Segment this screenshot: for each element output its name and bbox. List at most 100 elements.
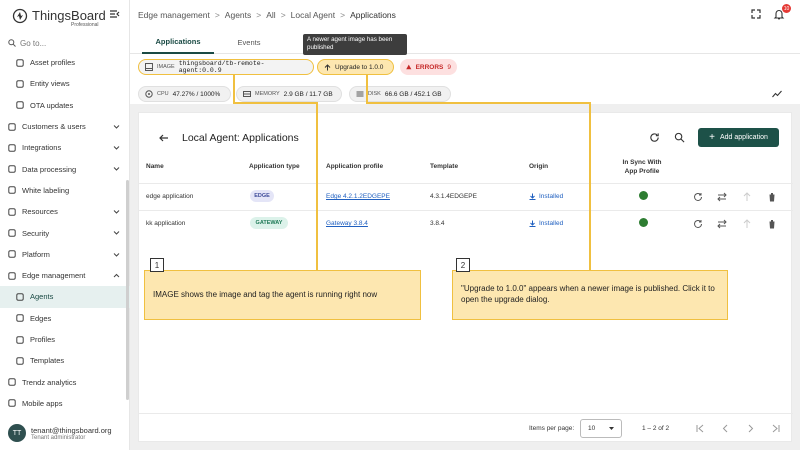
sync-icon[interactable] — [717, 192, 727, 202]
tab-applications[interactable]: Applications — [142, 30, 214, 54]
chevron-down-icon — [113, 146, 120, 150]
resources-icon — [8, 208, 16, 216]
sidebar-item-label: Edge management — [22, 271, 86, 281]
callout-1-number: 1 — [150, 258, 164, 272]
first-page-icon[interactable] — [696, 424, 705, 433]
sidebar-item-edge-management[interactable]: Edge management — [0, 265, 130, 286]
integrations-icon — [8, 144, 16, 152]
sidebar-item-profiles[interactable]: Profiles — [0, 329, 130, 350]
sidebar-item-data-processing[interactable]: Data processing — [0, 158, 130, 179]
restart-icon[interactable] — [693, 219, 703, 229]
sidebar-item-platform[interactable]: Platform — [0, 244, 130, 265]
sidebar-item-white-labeling[interactable]: White labeling — [0, 180, 130, 201]
image-label: IMAGE — [156, 64, 175, 70]
fullscreen-icon[interactable] — [750, 8, 762, 20]
delete-icon[interactable] — [767, 219, 777, 229]
table-row[interactable]: kk application GATEWAY Gateway 3.8.4 3.8… — [139, 210, 793, 237]
add-application-button[interactable]: + Add application — [698, 128, 779, 147]
column-header-application-type[interactable]: Application type — [249, 163, 300, 170]
last-page-icon[interactable] — [771, 424, 780, 433]
sidebar-scrollbar[interactable] — [126, 180, 129, 400]
column-header-origin[interactable]: Origin — [529, 163, 548, 170]
sidebar-item-label: Customers & users — [22, 122, 86, 132]
row-profile-link[interactable]: Edge 4.2.1.2EDGEPE — [326, 193, 390, 200]
sidebar-item-label: Profiles — [30, 335, 56, 344]
sidebar-item-ota-updates[interactable]: OTA updates — [0, 95, 130, 116]
logo[interactable]: ThingsBoard Professional — [12, 6, 122, 28]
search-icon — [8, 39, 16, 47]
type-badge-edge: EDGE — [250, 190, 274, 202]
sidebar-item-edges[interactable]: Edges — [0, 308, 130, 329]
white-labeling-icon — [8, 186, 16, 195]
sidebar-item-agents[interactable]: Agents — [0, 286, 130, 308]
table-row[interactable]: edge application EDGE Edge 4.2.1.2EDGEPE… — [139, 183, 793, 210]
breadcrumb-edge-management[interactable]: Edge management — [138, 10, 210, 20]
sync-icon[interactable] — [717, 219, 727, 229]
breadcrumb-separator: > — [280, 10, 286, 20]
profiles-icon — [16, 335, 24, 344]
chevron-down-icon — [113, 125, 120, 129]
upgrade-button[interactable]: Upgrade to 1.0.0 — [317, 59, 394, 75]
row-name: kk application — [146, 220, 186, 227]
user-card[interactable]: TT tenant@thingsboard.org Tenant adminis… — [8, 420, 130, 446]
sidebar-item-entity-views[interactable]: Entity views — [0, 73, 130, 94]
sidebar-item-customers-users[interactable]: Customers & users — [0, 116, 130, 137]
tab-events[interactable]: Events — [214, 30, 284, 54]
security-shield-icon — [8, 229, 16, 237]
sidebar-item-security[interactable]: Security — [0, 222, 130, 243]
back-arrow-icon[interactable] — [158, 132, 170, 144]
menu-collapse-icon[interactable] — [109, 8, 121, 20]
memory-chip: MEMORY 2.9 GB / 11.7 GB — [236, 86, 342, 102]
chevron-down-icon — [113, 231, 120, 236]
prev-page-icon[interactable] — [721, 424, 730, 433]
upgrade-arrow-icon[interactable] — [742, 192, 752, 202]
breadcrumb-local-agent[interactable]: Local Agent — [291, 10, 335, 20]
ota-updates-icon — [16, 101, 24, 109]
items-per-page-select[interactable]: 10 — [580, 419, 622, 438]
callout-2-connector — [366, 74, 368, 102]
trend-chart-icon[interactable] — [772, 90, 782, 98]
arrow-up-icon — [324, 63, 331, 70]
add-application-label: Add application — [719, 134, 768, 141]
column-header-application-profile[interactable]: Application profile — [326, 163, 383, 170]
cpu-icon — [145, 90, 153, 98]
sidebar-item-integrations[interactable]: Integrations — [0, 137, 130, 158]
row-profile-link[interactable]: Gateway 3.8.4 — [326, 220, 368, 227]
row-origin[interactable]: Installed — [529, 220, 563, 227]
column-header-template[interactable]: Template — [430, 163, 458, 170]
delete-icon[interactable] — [767, 192, 777, 202]
column-header-in-sync[interactable]: In Sync With App Profile — [617, 158, 667, 176]
disk-icon — [356, 91, 364, 97]
sidebar: ThingsBoard Professional Go to... Asset … — [0, 0, 130, 450]
search-icon[interactable] — [674, 132, 685, 143]
errors-count: 9 — [447, 63, 451, 71]
next-page-icon[interactable] — [746, 424, 755, 433]
breadcrumb-all[interactable]: All — [266, 10, 275, 20]
sidebar-item-templates[interactable]: Templates — [0, 350, 130, 371]
errors-chip[interactable]: ERRORS 9 — [400, 59, 457, 75]
sidebar-item-label: Data processing — [22, 164, 77, 174]
column-header-name[interactable]: Name — [146, 163, 164, 170]
disk-label: DISK — [368, 91, 381, 97]
memory-label: MEMORY — [255, 91, 280, 97]
goto-search[interactable]: Go to... — [8, 36, 123, 50]
refresh-icon[interactable] — [649, 132, 660, 143]
page-range: 1 – 2 of 2 — [642, 425, 670, 432]
sidebar-item-resources[interactable]: Resources — [0, 201, 130, 222]
sidebar-item-mobile-apps[interactable]: Mobile apps — [0, 393, 130, 414]
disk-value: 66.6 GB / 452.1 GB — [384, 90, 442, 98]
callout-2-connector — [589, 102, 591, 270]
row-name: edge application — [146, 193, 194, 200]
sidebar-item-trendz-analytics[interactable]: Trendz analytics — [0, 371, 130, 392]
upgrade-arrow-icon[interactable] — [742, 219, 752, 229]
sidebar-item-asset-profiles[interactable]: Asset profiles — [0, 52, 130, 73]
agents-icon — [16, 293, 24, 301]
breadcrumb-agents[interactable]: Agents — [225, 10, 251, 20]
restart-icon[interactable] — [693, 192, 703, 202]
logo-text: ThingsBoard — [32, 8, 106, 23]
thingsboard-logo-icon — [12, 8, 28, 24]
sidebar-nav: Asset profiles Entity views OTA updates Cus… — [0, 52, 130, 414]
row-origin[interactable]: Installed — [529, 193, 563, 200]
disk-chip: DISK 66.6 GB / 452.1 GB — [349, 86, 451, 102]
sidebar-item-label: Templates — [30, 356, 65, 366]
